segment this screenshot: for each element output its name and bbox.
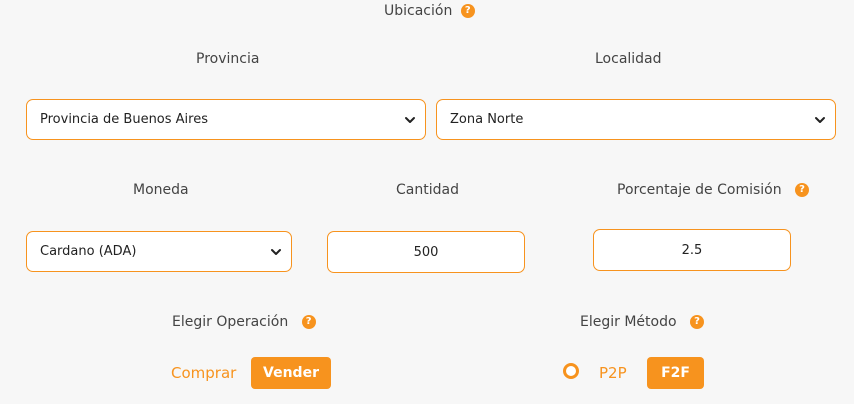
amount-input-value: 500 xyxy=(413,244,439,260)
currency-select[interactable]: Cardano (ADA) xyxy=(26,231,292,272)
trade-form: Ubicación ? Provincia Provincia de Bueno… xyxy=(0,0,854,404)
locality-select-value: Zona Norte xyxy=(450,112,524,127)
amount-input[interactable]: 500 xyxy=(327,231,525,273)
province-label: Provincia xyxy=(196,51,260,67)
f2f-button[interactable]: F2F xyxy=(647,357,704,389)
location-title-row: Ubicación ? xyxy=(384,3,475,19)
operation-help-icon[interactable]: ? xyxy=(301,315,316,329)
operation-label: Elegir Operación xyxy=(172,314,289,330)
operation-label-row: Elegir Operación ? xyxy=(172,314,316,330)
method-help-icon[interactable]: ? xyxy=(689,315,704,329)
commission-input[interactable]: 2.5 xyxy=(593,229,791,271)
commission-label-row: Porcentaje de Comisión ? xyxy=(617,182,810,198)
method-label: Elegir Método xyxy=(580,314,677,330)
chevron-down-icon xyxy=(271,248,281,255)
location-title: Ubicación xyxy=(384,3,453,19)
radio-ring-icon[interactable] xyxy=(563,363,579,379)
location-help-icon[interactable]: ? xyxy=(460,4,475,18)
currency-select-value: Cardano (ADA) xyxy=(40,244,137,259)
buy-option[interactable]: Comprar xyxy=(171,364,236,382)
commission-label: Porcentaje de Comisión xyxy=(617,182,782,198)
chevron-down-icon xyxy=(405,116,415,123)
commission-input-value: 2.5 xyxy=(681,242,703,258)
locality-label: Localidad xyxy=(595,51,662,67)
p2p-option[interactable]: P2P xyxy=(599,364,627,382)
sell-button[interactable]: Vender xyxy=(251,357,331,389)
locality-select[interactable]: Zona Norte xyxy=(436,99,836,140)
amount-label: Cantidad xyxy=(396,182,459,198)
province-select[interactable]: Provincia de Buenos Aires xyxy=(26,99,426,140)
commission-help-icon[interactable]: ? xyxy=(795,183,810,197)
chevron-down-icon xyxy=(815,116,825,123)
province-select-value: Provincia de Buenos Aires xyxy=(40,112,208,127)
currency-label: Moneda xyxy=(133,182,189,198)
method-label-row: Elegir Método ? xyxy=(580,314,704,330)
